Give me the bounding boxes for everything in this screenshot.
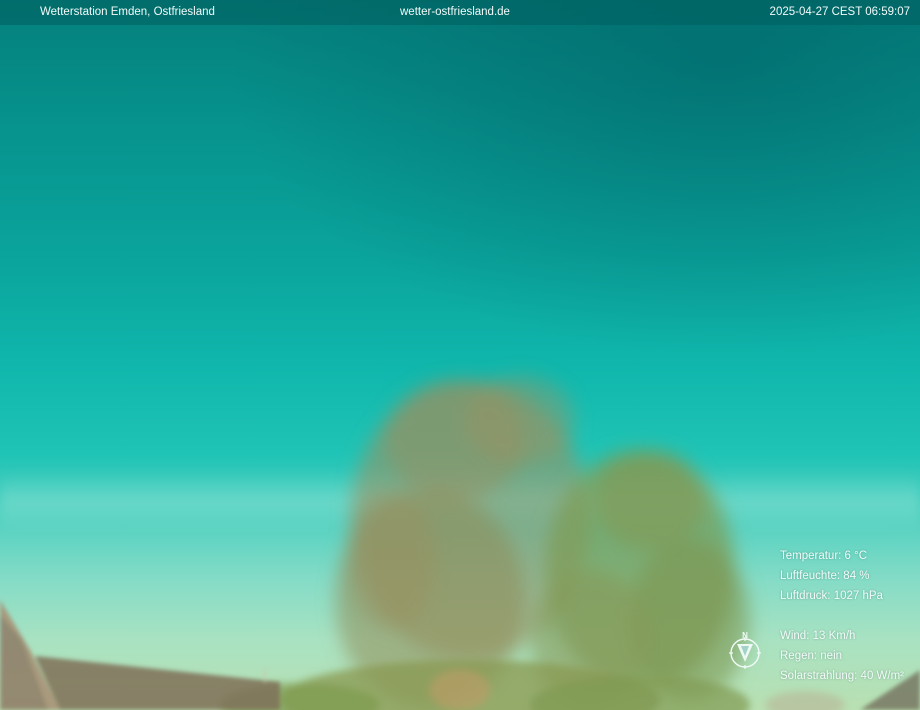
rain-reading: Regen: nein: [780, 650, 843, 662]
readings-spacer: [780, 606, 904, 626]
humidity-reading: Luftfeuchte: 84 %: [780, 570, 870, 582]
solar-reading: Solarstrahlung: 40 W/m²: [780, 670, 904, 682]
house-roof: [0, 600, 280, 710]
station-name: Wetterstation Emden, Ostfriesland: [40, 6, 215, 18]
weather-readings: Temperatur: 6 °C Luftfeuchte: 84 % Luftd…: [780, 546, 904, 686]
website-url: wetter-ostfriesland.de: [400, 6, 510, 18]
temperature-reading: Temperatur: 6 °C: [780, 550, 868, 562]
wind-reading: Wind: 13 Km/h: [780, 630, 856, 642]
overlay-header: Wetterstation Emden, Ostfriesland wetter…: [0, 0, 920, 25]
compass-wind-direction-icon: N: [729, 631, 761, 669]
webcam-image: Wetterstation Emden, Ostfriesland wetter…: [0, 0, 920, 710]
pressure-reading: Luftdruck: 1027 hPa: [780, 590, 883, 602]
capture-timestamp: 2025-04-27 CEST 06:59:07: [769, 6, 910, 18]
